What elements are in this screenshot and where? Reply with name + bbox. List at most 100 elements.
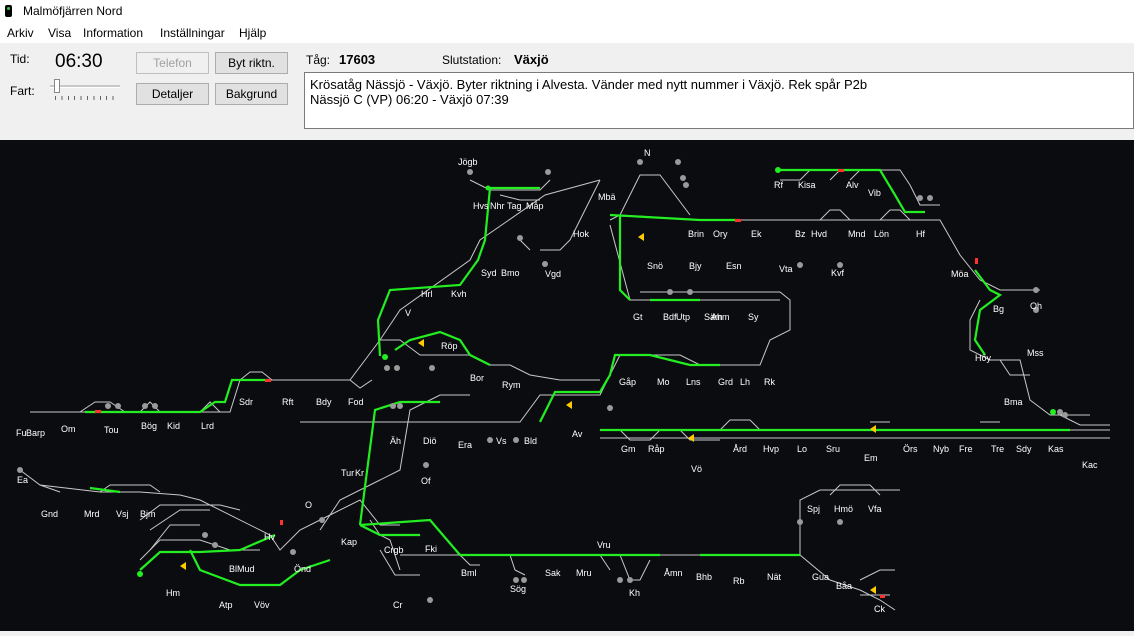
destination-value: Växjö (514, 52, 549, 67)
station-label: Mbä (598, 192, 616, 202)
station-label: Bdy (316, 397, 332, 407)
station-label: Hf (916, 229, 925, 239)
byt-riktning-button[interactable]: Byt riktn. (215, 52, 288, 74)
station-dots (17, 159, 1068, 603)
station-label: Hvp (763, 444, 780, 454)
station-label: Brin (688, 229, 705, 239)
station-label: Äh (390, 436, 402, 446)
station-label: Syd (481, 268, 497, 278)
station-label: Atp (219, 600, 233, 610)
station-label: Oh (1030, 301, 1043, 311)
station-label: Gnd (41, 509, 59, 519)
time-value: 06:30 (55, 51, 103, 72)
destination-label: Slutstation: (442, 53, 502, 67)
station-label: Kac (1082, 460, 1098, 470)
track-lines (19, 169, 1110, 611)
menu-bar: Arkiv Visa Information Inställningar Hjä… (0, 23, 1134, 43)
speed-slider-track[interactable] (50, 85, 120, 88)
station-label: Tag (507, 201, 522, 211)
station-label: Nhr (490, 201, 505, 211)
station-label: Båa (836, 581, 853, 591)
station-label: Rk (764, 377, 775, 387)
station-label: Vö (691, 464, 703, 474)
station-label: Cr (393, 600, 403, 610)
track-diagram[interactable]: Jögb Hvs Nhr Tag Måp Mbä N Hok Rf Kisa Alv Vib Brin O… (0, 140, 1134, 631)
detaljer-button[interactable]: Detaljer (136, 83, 209, 105)
menu-visa[interactable]: Visa (48, 26, 71, 40)
station-label: V (405, 308, 412, 318)
station-label: Nät (767, 572, 782, 582)
station-label: Hv (264, 532, 275, 542)
speed-slider-thumb[interactable] (54, 79, 60, 93)
station-label: Snö (647, 261, 664, 271)
station-label: Sdy (1016, 444, 1032, 454)
station-label: Hrl (421, 289, 433, 299)
station-label: Rft (282, 397, 294, 407)
time-label: Tid: (10, 52, 30, 66)
station-label: Mss (1027, 348, 1044, 358)
station-label: Sdr (239, 397, 254, 407)
station-label: Kvf (831, 268, 845, 278)
info-line-1: Krösatåg Nässjö - Växjö. Byter riktning … (310, 77, 868, 92)
menu-arkiv[interactable]: Arkiv (7, 26, 34, 40)
station-label: Hvd (811, 229, 828, 239)
station-label: Örs (903, 444, 918, 454)
station-label: Fod (348, 397, 364, 407)
station-label: Fki (425, 544, 437, 554)
station-label: Sru (826, 444, 841, 454)
station-label: Ea (17, 475, 29, 485)
bakgrund-button[interactable]: Bakgrund (215, 83, 288, 105)
station-label: Mru (576, 568, 592, 578)
station-label: Rf (774, 180, 783, 190)
station-label: Diö (423, 436, 437, 446)
station-label: Esn (726, 261, 742, 271)
station-label: Kap (341, 537, 358, 547)
menu-hjalp[interactable]: Hjälp (239, 26, 266, 40)
station-label: Ård (733, 444, 748, 454)
station-label: Fu (16, 428, 27, 438)
station-label: Grd (718, 377, 734, 387)
station-label: Jögb (458, 157, 478, 167)
station-label: Vib (868, 188, 881, 198)
track-diagram-svg[interactable] (0, 140, 1134, 631)
station-label: Sög (510, 584, 527, 594)
station-label: BlMud (229, 564, 255, 574)
station-label: Fre (959, 444, 973, 454)
title-bar: Malmöfjärren Nord (0, 0, 1134, 23)
station-label: Rym (502, 380, 521, 390)
station-label: Bög (141, 421, 158, 431)
station-label: Vfa (868, 504, 882, 514)
station-label: Hm (166, 588, 180, 598)
station-label: Bml (461, 568, 477, 578)
station-label: Mnd (848, 229, 866, 239)
station-label: Bdf (663, 312, 677, 322)
telefon-button[interactable]: Telefon (136, 52, 209, 74)
station-label: Gm (621, 444, 636, 454)
speed-label: Fart: (10, 84, 35, 98)
station-label: Lh (740, 377, 751, 387)
station-label: Spj (807, 504, 821, 514)
station-label: Råp (648, 444, 665, 454)
station-label: Röp (441, 341, 458, 351)
station-label: Mo (657, 377, 670, 387)
window-title: Malmöfjärren Nord (23, 4, 123, 18)
station-label: Av (572, 429, 583, 439)
menu-information[interactable]: Information (83, 26, 143, 40)
station-label: Crgb (384, 545, 404, 555)
station-label: O (305, 500, 313, 510)
station-label: Bld (524, 436, 538, 446)
station-label: Lrd (201, 421, 215, 431)
station-label: Måp (526, 201, 544, 211)
station-label: Barp (26, 428, 46, 438)
station-label: Em (864, 453, 878, 463)
menu-installningar[interactable]: Inställningar (160, 26, 225, 40)
station-label: Bg (993, 304, 1005, 314)
info-line-2: Nässjö C (VP) 06:20 - Växjö 07:39 (310, 92, 509, 107)
station-label: Bma (1004, 397, 1023, 407)
station-label: Ck (874, 604, 885, 614)
station-label: Vta (779, 264, 793, 274)
station-label: Of (421, 476, 431, 486)
station-label: Sak (545, 568, 561, 578)
station-label: Kid (167, 421, 181, 431)
station-label: Nyb (933, 444, 950, 454)
